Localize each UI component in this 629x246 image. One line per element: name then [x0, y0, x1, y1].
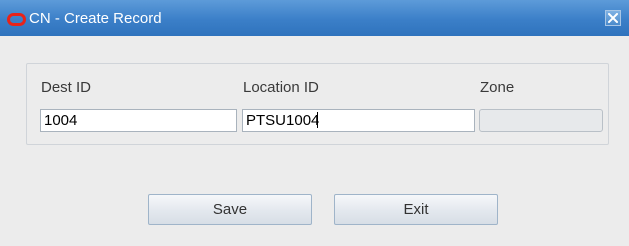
create-record-dialog: CN - Create Record Dest ID Location ID Z… [0, 0, 629, 246]
oracle-logo-icon [7, 13, 26, 26]
close-icon [608, 13, 618, 23]
location-id-label: Location ID [243, 79, 319, 96]
zone-field [479, 109, 603, 132]
dest-id-label: Dest ID [41, 79, 92, 96]
location-id-field[interactable] [242, 109, 475, 132]
window-title: CN - Create Record [29, 10, 162, 27]
save-button[interactable]: Save [148, 194, 312, 225]
fields-panel [26, 63, 609, 145]
title-bar[interactable]: CN - Create Record [0, 0, 629, 36]
text-cursor [317, 112, 318, 128]
zone-label: Zone [480, 79, 515, 96]
exit-button[interactable]: Exit [334, 194, 498, 225]
dest-id-field[interactable] [40, 109, 237, 132]
close-button[interactable] [605, 10, 621, 26]
